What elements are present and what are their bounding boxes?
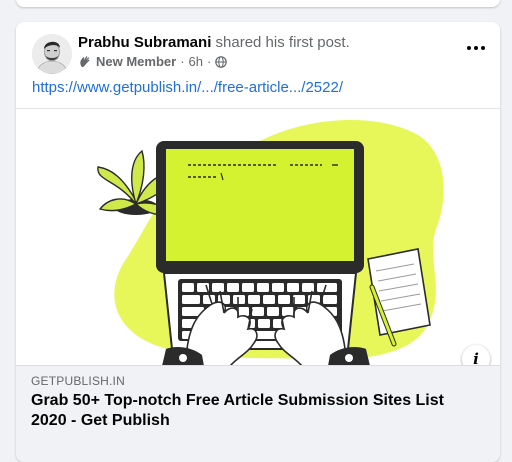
post-header-line: Prabhu Subramani shared his first post. <box>78 34 350 51</box>
globe-icon[interactable] <box>215 55 228 68</box>
more-options-button[interactable] <box>464 36 488 60</box>
avatar-image <box>32 34 72 74</box>
post-action-text: shared his first post. <box>211 34 350 51</box>
avatar[interactable] <box>32 34 72 74</box>
more-dot-icon <box>481 46 485 50</box>
wave-hand-icon <box>80 55 90 67</box>
link-domain: GETPUBLISH.IN <box>31 374 125 388</box>
link-preview-caption[interactable]: GETPUBLISH.IN Grab 50+ Top-notch Free Ar… <box>16 365 500 462</box>
meta-separator: · <box>207 54 212 69</box>
link-preview-image[interactable]: i <box>16 108 500 373</box>
more-dot-icon <box>474 46 478 50</box>
more-dot-icon <box>467 46 471 50</box>
feed-post: Prabhu Subramani shared his first post. … <box>16 22 500 462</box>
post-link[interactable]: https://www.getpublish.in/.../free-artic… <box>32 79 343 96</box>
link-title[interactable]: Grab 50+ Top-notch Free Article Submissi… <box>31 391 481 431</box>
post-time[interactable]: 6h <box>189 54 203 69</box>
post-meta: New Member · 6h · <box>78 54 228 69</box>
laptop-illustration <box>97 119 444 366</box>
previous-post-card <box>16 0 500 7</box>
meta-separator: · <box>180 54 185 69</box>
author-name[interactable]: Prabhu Subramani <box>78 34 211 51</box>
member-badge[interactable]: New Member <box>96 54 176 69</box>
